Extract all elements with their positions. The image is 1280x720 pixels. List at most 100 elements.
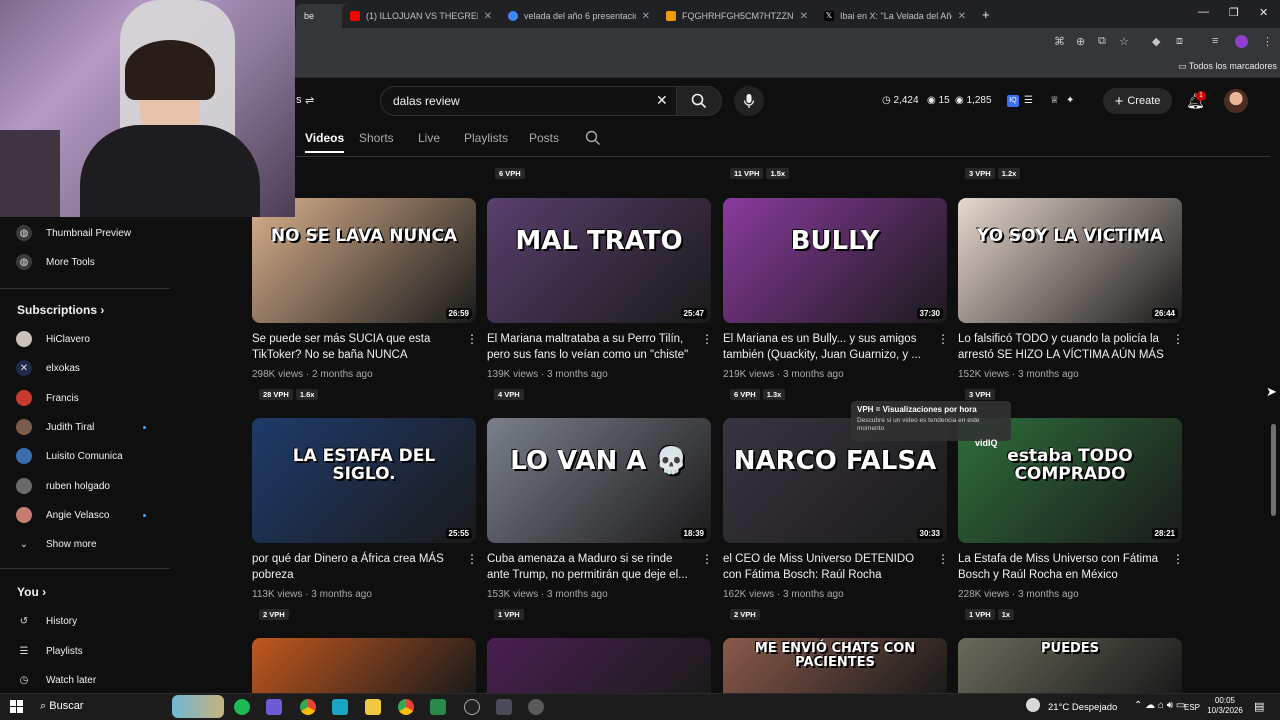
install-icon[interactable]: ⧉ — [1098, 35, 1106, 48]
restore-icon[interactable]: ❐ — [1229, 6, 1239, 19]
tab-shorts[interactable]: Shorts — [359, 131, 394, 145]
channel-search-icon[interactable] — [585, 130, 601, 151]
video-thumbnail[interactable]: LO VAN A 💀 18:39 — [487, 418, 711, 543]
more-options-icon[interactable]: ⋮ — [466, 552, 478, 566]
profile-icon[interactable] — [1235, 35, 1248, 48]
video-thumbnail[interactable] — [252, 638, 476, 693]
app-icon[interactable] — [496, 699, 512, 715]
streamer-shirt — [80, 125, 260, 217]
scrollbar-thumb[interactable] — [1271, 424, 1276, 516]
sidebar-item-playlists[interactable]: ☰ Playlists — [16, 639, 166, 663]
sidebar-item-hiclavero[interactable]: HiClavero — [16, 327, 166, 351]
extension-icon[interactable]: ◆ — [1152, 35, 1160, 48]
more-options-icon[interactable]: ⋮ — [937, 552, 949, 566]
zoom-icon[interactable]: ⊕ — [1076, 35, 1085, 48]
close-icon[interactable]: ✕ — [958, 11, 966, 22]
translate-icon[interactable]: ⌘ — [1054, 35, 1065, 48]
sidebar-item-elxokas[interactable]: ✕ elxokas — [16, 356, 166, 380]
close-icon[interactable]: ✕ — [484, 11, 492, 22]
puzzle-icon[interactable]: ⧈ — [1176, 35, 1183, 48]
search-input[interactable]: dalas review — [380, 86, 676, 116]
close-icon[interactable]: ✕ — [642, 11, 650, 22]
sidebar-item-angie-velasco[interactable]: Angie Velasco — [16, 503, 166, 527]
more-options-icon[interactable]: ⋮ — [1172, 552, 1184, 566]
video-title[interactable]: el CEO de Miss Universo DETENIDO con Fát… — [723, 551, 933, 583]
tab-videos[interactable]: Videos — [305, 131, 345, 153]
sparkle-icon[interactable]: ✦ — [1066, 95, 1074, 106]
app-icon[interactable] — [332, 699, 348, 715]
sidebar-item-history[interactable]: ↺ History — [16, 609, 166, 633]
file-explorer-icon[interactable] — [365, 699, 381, 715]
sidebar-show-more[interactable]: ⌄ Show more — [16, 532, 166, 556]
chrome-icon[interactable] — [300, 699, 316, 715]
video-thumbnail[interactable]: YO SOY LA VICTIMA 26:44 — [958, 198, 1182, 323]
notification-center-icon[interactable]: ▤ — [1254, 700, 1264, 713]
sidebar-item-thumbnail-preview[interactable]: ◍ Thumbnail Preview — [16, 221, 166, 245]
spotify-icon[interactable] — [234, 699, 250, 715]
video-title[interactable]: El Mariana maltrataba a su Perro Tilín, … — [487, 331, 697, 363]
tab-playlists[interactable]: Playlists — [464, 131, 508, 145]
voice-search-button[interactable] — [734, 86, 764, 116]
app-icon[interactable] — [430, 699, 446, 715]
settings-sliders-icon[interactable]: ⇌ — [305, 94, 314, 107]
video-title[interactable]: El Mariana es un Bully... y sus amigos t… — [723, 331, 933, 363]
tab-live[interactable]: Live — [418, 131, 440, 145]
close-icon[interactable]: ✕ — [800, 11, 808, 22]
new-tab-icon[interactable]: + — [982, 7, 990, 22]
you-heading[interactable]: You › — [17, 585, 46, 599]
app-icon[interactable] — [528, 699, 544, 715]
minimize-icon[interactable]: — — [1198, 6, 1209, 18]
bookmark-star-icon[interactable]: ☆ — [1119, 35, 1129, 48]
more-options-icon[interactable]: ⋮ — [1172, 332, 1184, 346]
all-bookmarks[interactable]: ▭ Todos los marcadores — [1178, 61, 1277, 72]
video-title[interactable]: Lo falsificó TODO y cuando la policía la… — [958, 331, 1168, 363]
create-button[interactable]: + Create — [1103, 88, 1172, 114]
sidebar-item-luisito-comunica[interactable]: Luisito Comunica — [16, 444, 166, 468]
video-thumbnail[interactable]: PUEDES — [958, 638, 1182, 693]
menu-icon[interactable]: ⋮ — [1262, 35, 1273, 48]
video-thumbnail[interactable]: ME ENVIÓ CHATS CON PACIENTES — [723, 638, 947, 693]
browser-tab-x[interactable]: 𝕏 Ibai en X: "La Velada del Año V ✕ — [816, 4, 974, 28]
vidiq-logo-icon[interactable]: IQ — [1007, 95, 1019, 107]
browser-tab-file[interactable]: FQGHRHFGH5CM7HTZZNKSBI ✕ — [658, 4, 816, 28]
clear-search-icon[interactable]: ✕ — [656, 92, 668, 109]
thumbnail-text: estaba TODO COMPRADO — [1007, 446, 1133, 484]
video-title[interactable]: por qué dar Dinero a África crea MÁS pob… — [252, 551, 462, 583]
clock[interactable]: 00:05 10/3/2026 — [1207, 696, 1243, 716]
more-options-icon[interactable]: ⋮ — [701, 552, 713, 566]
more-options-icon[interactable]: ⋮ — [701, 332, 713, 346]
tray-icons[interactable]: ⌃ ☁ ⌂ 🔊︎ ▭ — [1134, 700, 1185, 711]
obs-icon[interactable] — [464, 699, 480, 715]
video-thumbnail[interactable]: BULLY 37:30 — [723, 198, 947, 323]
trophy-icon[interactable]: ♕ — [1050, 95, 1059, 106]
browser-tab-illojuan[interactable]: (1) ILLOJUAN VS THEGREFG | C ✕ — [342, 4, 500, 28]
video-title[interactable]: Se puede ser más SUCIA que esta TikToker… — [252, 331, 462, 363]
media-icon[interactable]: ≡ — [1212, 35, 1218, 47]
language-indicator[interactable]: ESP — [1184, 703, 1200, 712]
video-title[interactable]: Cuba amenaza a Maduro si se rinde ante T… — [487, 551, 697, 583]
subscriptions-heading[interactable]: Subscriptions › — [17, 303, 104, 317]
sidebar-item-watch-later[interactable]: ◷ Watch later — [16, 668, 166, 692]
tab-posts[interactable]: Posts — [529, 131, 559, 145]
duration-badge: 26:44 — [1151, 308, 1178, 319]
new-content-dot — [143, 513, 146, 517]
chrome-icon[interactable] — [398, 699, 414, 715]
video-title[interactable]: La Estafa de Miss Universo con Fátima Bo… — [958, 551, 1168, 583]
figma-icon[interactable] — [266, 699, 282, 715]
sidebar-item-ruben-holgado[interactable]: ruben holgado — [16, 474, 166, 498]
search-button[interactable] — [676, 86, 722, 116]
video-thumbnail[interactable]: LA ESTAFA DEL SIGLO. 25:55 — [252, 418, 476, 543]
window-close-icon[interactable]: ✕ — [1259, 6, 1268, 19]
sidebar-item-judith-tiral[interactable]: Judith Tiral — [16, 415, 166, 439]
account-avatar[interactable] — [1224, 89, 1248, 113]
taskbar-search[interactable]: ⌕ Buscar — [40, 700, 83, 713]
windows-start-icon[interactable] — [10, 700, 23, 713]
video-thumbnail[interactable]: MAL TRATO 25:47 — [487, 198, 711, 323]
list-icon[interactable]: ☰ — [1024, 95, 1033, 106]
browser-tab-velada[interactable]: velada del año 6 presentacion - ✕ — [500, 4, 658, 28]
sidebar-item-francis[interactable]: Francis — [16, 386, 166, 410]
video-thumbnail[interactable] — [487, 638, 711, 693]
more-options-icon[interactable]: ⋮ — [466, 332, 478, 346]
sidebar-item-more-tools[interactable]: ◍ More Tools — [16, 250, 166, 274]
more-options-icon[interactable]: ⋮ — [937, 332, 949, 346]
